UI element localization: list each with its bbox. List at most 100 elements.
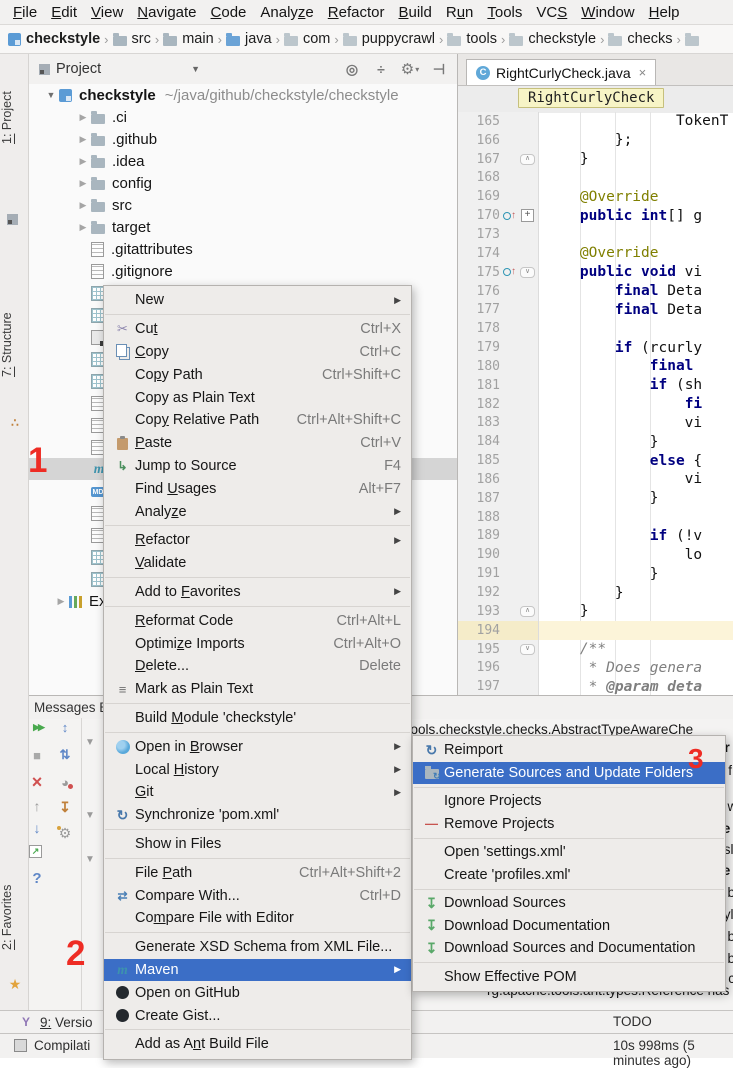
menu-build[interactable]: Build — [391, 4, 438, 21]
menu-item-download-sources-and-documentation[interactable]: ↧Download Sources and Documentation — [413, 937, 725, 960]
tree-item-gitignore[interactable]: .gitignore — [29, 260, 457, 282]
menu-tools[interactable]: Tools — [480, 4, 529, 21]
menu-code[interactable]: Code — [204, 4, 254, 21]
breadcrumb-main[interactable]: main — [163, 31, 213, 47]
tree-item-target[interactable]: ▶target — [29, 216, 457, 238]
locate-icon[interactable]: ◎ — [344, 62, 360, 76]
breadcrumb-item[interactable] — [685, 33, 699, 46]
menu-item-create-gist[interactable]: Create Gist... — [104, 1004, 411, 1027]
menu-item-delete[interactable]: Delete...Delete — [104, 655, 411, 678]
menu-item-copy-path[interactable]: Copy PathCtrl+Shift+C — [104, 363, 411, 386]
chevron-down-icon[interactable]: ▼ — [191, 64, 200, 74]
folded-region-icon[interactable]: + — [521, 209, 534, 222]
tree-item-idea[interactable]: ▶.idea — [29, 150, 457, 172]
override-method-icon[interactable]: ↑ — [503, 211, 516, 221]
override-method-icon[interactable]: ↑ — [503, 267, 516, 277]
menu-help[interactable]: Help — [642, 4, 687, 21]
menu-item-show-effective-pom[interactable]: Show Effective POM — [413, 966, 725, 989]
menu-item-reimport[interactable]: ↻Reimport — [413, 739, 725, 762]
project-tab-icon[interactable] — [7, 212, 18, 230]
settings-icon[interactable]: ⚙ — [402, 62, 418, 76]
menu-edit[interactable]: Edit — [44, 4, 84, 21]
menu-item-open-settings-xml[interactable]: Open 'settings.xml' — [413, 841, 725, 864]
menu-item-analyze[interactable]: Analyze▶ — [104, 500, 411, 523]
fold-start-icon[interactable]: ∨ — [520, 267, 535, 278]
tool-tab-favorites[interactable]: 2: Favorites — [0, 862, 27, 972]
menu-analyze[interactable]: Analyze — [253, 4, 320, 21]
menu-item-optimize-imports[interactable]: Optimize ImportsCtrl+Alt+O — [104, 632, 411, 655]
menu-item-ignore-projects[interactable]: Ignore Projects — [413, 790, 725, 813]
menu-item-compare-file-with-editor[interactable]: Compare File with Editor — [104, 907, 411, 930]
editor-tab-rightcurlycheck[interactable]: C RightCurlyCheck.java × — [466, 59, 656, 85]
hide-icon[interactable]: ⊣ — [431, 62, 447, 76]
menu-file[interactable]: File — [6, 4, 44, 21]
menu-navigate[interactable]: Navigate — [130, 4, 203, 21]
tree-item-config[interactable]: ▶config — [29, 172, 457, 194]
breadcrumb-java[interactable]: java — [226, 31, 272, 47]
menu-item-new[interactable]: New▶ — [104, 289, 411, 312]
menu-vcs[interactable]: VCS — [529, 4, 574, 21]
menu-item-build-module-checkstyle[interactable]: Build Module 'checkstyle' — [104, 707, 411, 730]
breadcrumb-com[interactable]: com — [284, 31, 330, 47]
menu-item-open-on-github[interactable]: Open on GitHub — [104, 981, 411, 1004]
menu-view[interactable]: View — [84, 4, 130, 21]
menu-item-generate-xsd-schema-from-xml-file[interactable]: Generate XSD Schema from XML File... — [104, 936, 411, 959]
menu-item-compare-with[interactable]: ⇄Compare With...Ctrl+D — [104, 884, 411, 907]
tree-item-github[interactable]: ▶.github — [29, 128, 457, 150]
expand-arrow-icon[interactable]: ▶ — [75, 222, 91, 233]
expand-arrow-icon[interactable]: ▶ — [75, 134, 91, 145]
version-control-tab[interactable]: Y 9: Versio — [18, 1015, 93, 1030]
menu-item-git[interactable]: Git▶ — [104, 781, 411, 804]
menu-item-file-path[interactable]: File PathCtrl+Alt+Shift+2 — [104, 861, 411, 884]
expand-arrow-icon[interactable]: ▶ — [75, 156, 91, 167]
menu-item-validate[interactable]: Validate — [104, 552, 411, 575]
menu-item-add-to-favorites[interactable]: Add to Favorites▶ — [104, 581, 411, 604]
expand-arrow-icon[interactable]: ▶ — [75, 200, 91, 211]
tree-item-checkstyle[interactable]: ▼checkstyle~/java/github/checkstyle/chec… — [29, 84, 457, 106]
breadcrumb-checks[interactable]: checks — [608, 31, 672, 47]
menu-item-create-profiles-xml[interactable]: Create 'profiles.xml' — [413, 864, 725, 887]
breadcrumb-tools[interactable]: tools — [447, 31, 497, 47]
menu-item-refactor[interactable]: Refactor▶ — [104, 529, 411, 552]
expand-arrow-icon[interactable]: ▶ — [75, 178, 91, 189]
tool-tab-structure[interactable]: 7: Structure — [0, 282, 27, 407]
menu-item-add-as-ant-build-file[interactable]: Add as Ant Build File — [104, 1033, 411, 1056]
menu-run[interactable]: Run — [439, 4, 481, 21]
menu-item-local-history[interactable]: Local History▶ — [104, 758, 411, 781]
code-editor[interactable]: 165 TokenT166 };167∧ }168169 @Override17… — [458, 112, 733, 695]
collapse-all-icon[interactable]: ÷ — [373, 62, 389, 76]
expand-arrow-icon[interactable]: ▶ — [75, 112, 91, 123]
close-icon[interactable]: × — [639, 65, 647, 80]
menu-item-download-documentation[interactable]: ↧Download Documentation — [413, 915, 725, 938]
breadcrumb-src[interactable]: src — [113, 31, 151, 47]
tree-item-gitattributes[interactable]: .gitattributes — [29, 238, 457, 260]
menu-item-reformat-code[interactable]: Reformat CodeCtrl+Alt+L — [104, 609, 411, 632]
collapse-arrow-icon[interactable]: ▼ — [43, 90, 59, 100]
tree-item-ci[interactable]: ▶.ci — [29, 106, 457, 128]
menu-item-jump-to-source[interactable]: ↳Jump to SourceF4 — [104, 455, 411, 478]
menu-refactor[interactable]: Refactor — [321, 4, 392, 21]
fold-end-icon[interactable]: ∧ — [520, 606, 535, 617]
menu-item-find-usages[interactable]: Find UsagesAlt+F7 — [104, 477, 411, 500]
menu-item-synchronize-pom-xml[interactable]: ↻Synchronize 'pom.xml' — [104, 804, 411, 827]
menu-item-show-in-files[interactable]: Show in Files — [104, 833, 411, 856]
menu-window[interactable]: Window — [574, 4, 641, 21]
fold-end-icon[interactable]: ∧ — [520, 154, 535, 165]
menu-item-copy[interactable]: CopyCtrl+C — [104, 341, 411, 364]
star-icon[interactable]: ★ — [7, 976, 23, 994]
fold-start-icon[interactable]: ∨ — [520, 644, 535, 655]
menu-item-mark-as-plain-text[interactable]: ≡Mark as Plain Text — [104, 678, 411, 701]
todo-tab[interactable]: TODO — [613, 1014, 652, 1029]
breadcrumb-checkstyle[interactable]: checkstyle — [509, 31, 596, 47]
menu-item-copy-relative-path[interactable]: Copy Relative PathCtrl+Alt+Shift+C — [104, 409, 411, 432]
tool-tab-project[interactable]: 1: Project — [0, 60, 27, 175]
project-panel-title[interactable]: Project — [56, 61, 101, 77]
menu-item-generate-sources-and-update-folders[interactable]: Generate Sources and Update Folders — [413, 762, 725, 785]
breadcrumb-puppycrawl[interactable]: puppycrawl — [343, 31, 435, 47]
expand-arrow-icon[interactable]: ▶ — [53, 596, 69, 607]
menu-item-paste[interactable]: PasteCtrl+V — [104, 432, 411, 455]
menu-item-remove-projects[interactable]: —Remove Projects — [413, 813, 725, 836]
menu-item-download-sources[interactable]: ↧Download Sources — [413, 892, 725, 915]
menu-item-copy-as-plain-text[interactable]: Copy as Plain Text — [104, 386, 411, 409]
menu-item-maven[interactable]: mMaven▶ — [104, 959, 411, 982]
